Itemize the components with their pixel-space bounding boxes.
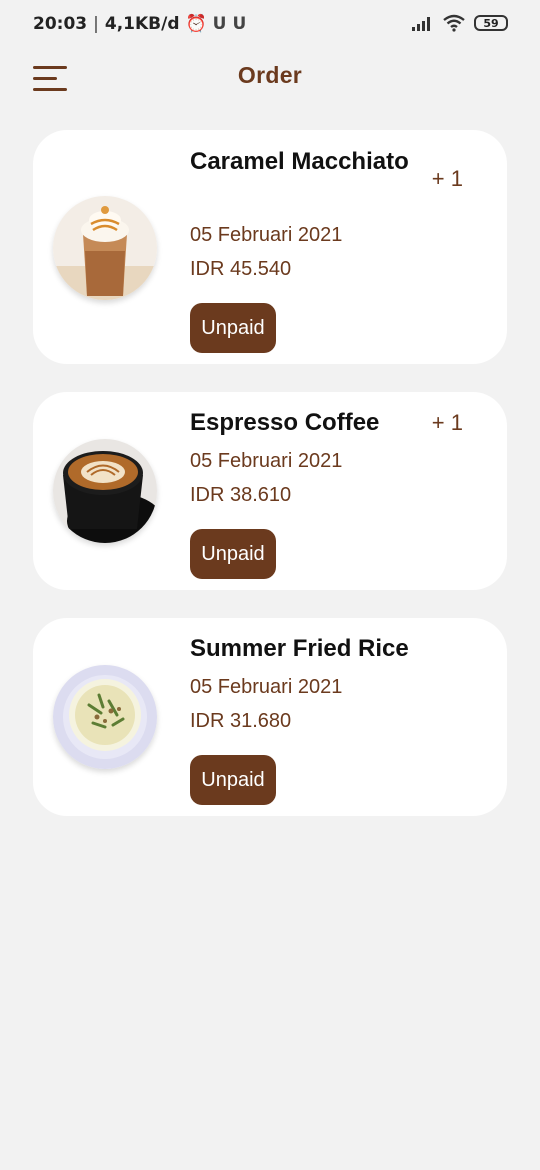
page-title: Order xyxy=(237,62,303,88)
order-price: IDR 45.540 xyxy=(190,258,292,280)
status-separator: | xyxy=(93,14,99,34)
network-speed: 4,1KB/d xyxy=(104,14,180,34)
order-price: IDR 31.680 xyxy=(190,710,292,732)
unpaid-status-button[interactable]: Unpaid xyxy=(190,529,276,579)
notification-icon: U xyxy=(232,14,247,34)
summer-fried-rice-photo xyxy=(53,665,157,769)
battery-icon: 59 xyxy=(474,15,508,31)
item-name: Caramel Macchiato xyxy=(190,148,409,175)
unpaid-status-button[interactable]: Unpaid xyxy=(190,303,276,353)
signal-icon xyxy=(412,17,430,31)
status-left: 20:03 | 4,1KB/d ⏰ U U xyxy=(33,14,246,34)
order-list: Caramel Macchiato + 1 05 Februari 2021 I… xyxy=(33,130,507,844)
alarm-clock-icon: ⏰ xyxy=(185,14,207,34)
status-time: 20:03 xyxy=(33,14,88,34)
app-header: Order xyxy=(0,52,540,102)
order-card[interactable]: Summer Fried Rice 05 Februari 2021 IDR 3… xyxy=(33,618,507,816)
wifi-icon xyxy=(443,14,465,32)
order-date: 05 Februari 2021 xyxy=(190,676,343,698)
item-name: Espresso Coffee xyxy=(190,409,380,436)
unpaid-status-button[interactable]: Unpaid xyxy=(190,755,276,805)
order-card[interactable]: Espresso Coffee + 1 05 Februari 2021 IDR… xyxy=(33,392,507,590)
item-name: Summer Fried Rice xyxy=(190,635,409,662)
caramel-macchiato-photo xyxy=(53,196,157,300)
order-date: 05 Februari 2021 xyxy=(190,450,343,472)
quantity-badge[interactable]: + 1 xyxy=(432,166,463,192)
status-bar: 20:03 | 4,1KB/d ⏰ U U 59 xyxy=(0,0,540,50)
order-date: 05 Februari 2021 xyxy=(190,224,343,246)
order-card[interactable]: Caramel Macchiato + 1 05 Februari 2021 I… xyxy=(33,130,507,364)
espresso-coffee-photo xyxy=(53,439,157,543)
notification-icon: U xyxy=(212,14,227,34)
quantity-badge[interactable]: + 1 xyxy=(432,410,463,436)
order-price: IDR 38.610 xyxy=(190,484,292,506)
status-right: 59 xyxy=(412,14,508,32)
